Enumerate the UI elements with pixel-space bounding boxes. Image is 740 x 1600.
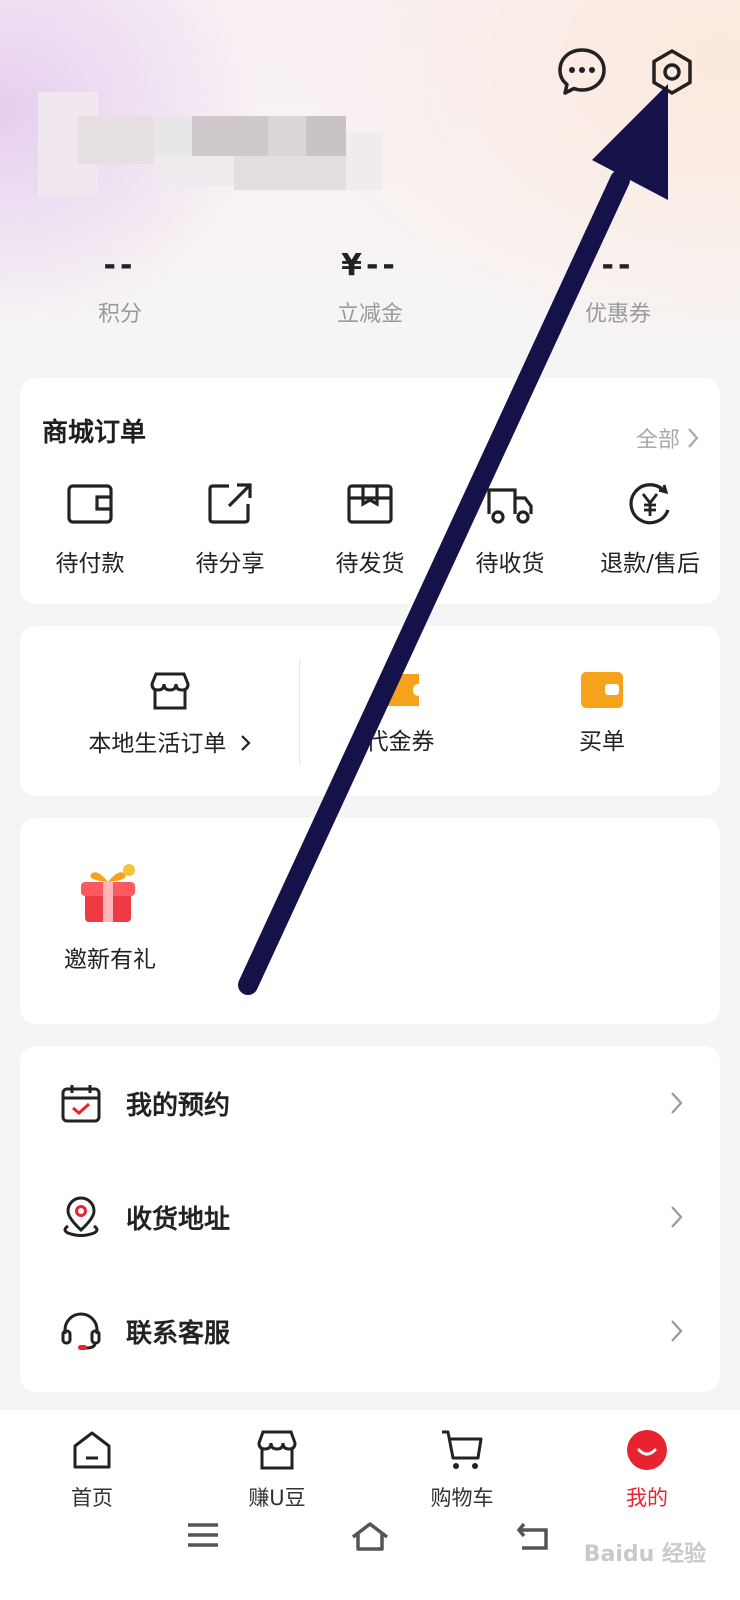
all-orders-label: 全部: [635, 428, 680, 453]
cart-icon: [442, 1430, 483, 1469]
menu-shipping-address[interactable]: 收货地址: [20, 1160, 720, 1274]
all-orders-link[interactable]: 全部: [636, 422, 700, 454]
chevron-right-icon: [671, 1206, 683, 1228]
pay-bill-label: 买单: [579, 729, 625, 755]
coupons-stat[interactable]: -- 优惠券: [538, 246, 698, 328]
chat-bubble-icon: [558, 48, 606, 95]
message-button[interactable]: [556, 46, 608, 98]
baidu-watermark: Baidu 经验: [583, 1542, 706, 1567]
voucher-label: 代金券: [365, 729, 435, 755]
store-icon: [257, 1430, 297, 1470]
divider: [299, 660, 300, 764]
menu-my-appointments-label: 我的预约: [126, 1090, 231, 1121]
coupons-label: 优惠券: [584, 302, 651, 327]
local-life-orders-label: 本地生活订单: [60, 724, 280, 758]
menu-lines-icon[interactable]: [186, 1520, 220, 1550]
chevron-right-icon: [688, 428, 699, 448]
instant-discount-label: 立减金: [336, 302, 403, 327]
chevron-right-icon: [240, 735, 251, 751]
order-pending-payment-label: 待付款: [55, 551, 125, 577]
coupons-value: --: [601, 248, 635, 283]
wallet-icon: [67, 484, 113, 524]
local-life-card: 本地生活订单 代金券 买单: [20, 626, 720, 796]
menu-shipping-address-label: 收货地址: [126, 1204, 231, 1235]
menu-customer-service-label: 联系客服: [126, 1318, 231, 1349]
headset-icon: [61, 1312, 101, 1350]
order-refund-aftersale[interactable]: 退款/售后: [580, 482, 720, 578]
menu-customer-service[interactable]: 联系客服: [20, 1274, 720, 1388]
menu-list-card: 我的预约 收货地址 联系客服: [20, 1046, 720, 1392]
invite-card: 邀新有礼: [20, 818, 720, 1024]
order-refund-aftersale-label: 退款/售后: [600, 551, 700, 577]
voucher-entry[interactable]: 代金券: [340, 670, 460, 756]
mall-orders-card: 商城订单 全部 待付款 待分享 待发货 待收货 退款/售后: [20, 378, 720, 604]
location-icon: [63, 1196, 99, 1237]
order-pending-share[interactable]: 待分享: [160, 482, 300, 578]
pay-bill-entry[interactable]: 买单: [542, 670, 662, 756]
settings-button[interactable]: [646, 46, 698, 98]
profile-header-background: [0, 0, 740, 400]
order-pending-shipment-label: 待发货: [335, 551, 405, 577]
points-value: --: [103, 248, 137, 283]
truck-icon: [487, 488, 533, 524]
order-pending-payment[interactable]: 待付款: [20, 482, 160, 578]
order-pending-receipt-label: 待收货: [475, 551, 545, 577]
invite-entry[interactable]: 邀新有礼: [50, 862, 170, 974]
store-icon: [150, 672, 190, 710]
refund-icon: [629, 483, 670, 525]
home-icon: [73, 1431, 111, 1469]
invite-label: 邀新有礼: [64, 947, 156, 973]
points-label: 积分: [97, 302, 142, 327]
home-nav-icon[interactable]: [350, 1520, 390, 1552]
chevron-right-icon: [671, 1092, 683, 1114]
username-blurred: [38, 92, 388, 196]
order-pending-shipment[interactable]: 待发货: [300, 482, 440, 578]
share-icon: [208, 483, 252, 524]
points-stat[interactable]: -- 积分: [40, 246, 200, 328]
chevron-right-icon: [671, 1320, 683, 1342]
gift-icon: [81, 864, 135, 922]
instant-discount-value: ¥--: [341, 248, 399, 283]
profile-icon: [627, 1430, 667, 1470]
instant-discount-stat[interactable]: ¥-- 立减金: [290, 246, 450, 328]
wallet-orange-icon: [581, 672, 623, 708]
voucher-ticket-icon: [381, 674, 419, 706]
order-pending-share-label: 待分享: [195, 551, 265, 577]
local-life-orders[interactable]: 本地生活订单: [60, 670, 280, 758]
package-icon: [347, 484, 393, 524]
gear-hexagon-icon: [652, 49, 692, 95]
back-nav-icon[interactable]: [516, 1520, 552, 1550]
calendar-icon: [61, 1085, 101, 1123]
order-pending-receipt[interactable]: 待收货: [440, 482, 580, 578]
menu-my-appointments[interactable]: 我的预约: [20, 1046, 720, 1160]
mall-orders-title: 商城订单: [42, 418, 147, 448]
